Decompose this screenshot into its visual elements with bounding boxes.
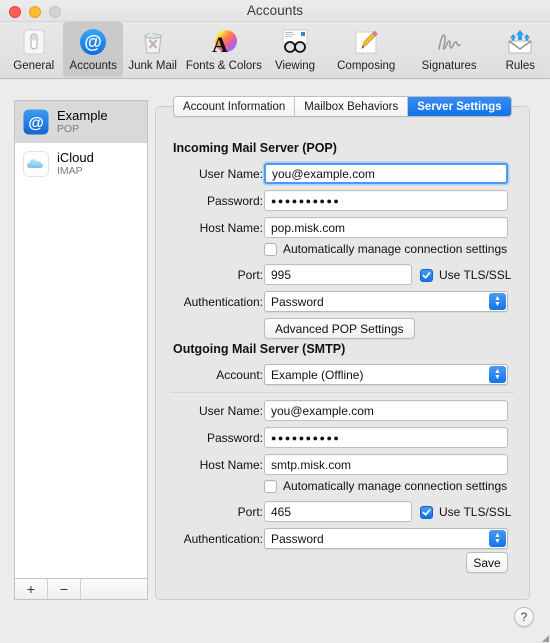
incoming-auto-manage-label: Automatically manage connection settings: [283, 242, 508, 256]
outgoing-account-select[interactable]: Example (Offline) ▲ ▼: [264, 364, 508, 385]
outgoing-account-label: Account:: [216, 368, 263, 382]
outgoing-authentication-select[interactable]: Password ▲ ▼: [264, 528, 508, 549]
outgoing-port-label: Port:: [237, 505, 263, 519]
accounts-at-sign-icon: @: [77, 27, 109, 57]
sidebar-account-name: Example: [57, 107, 108, 123]
outgoing-tls-checkbox-row[interactable]: Use TLS/SSL: [420, 505, 511, 519]
incoming-port-label: Port:: [237, 268, 263, 282]
outgoing-username-label: User Name:: [198, 404, 263, 418]
accounts-preferences-window: Accounts General @ Accounts Junk Mail A …: [0, 0, 550, 643]
composing-pencil-icon: [350, 27, 382, 57]
toolbar-item-accounts[interactable]: @ Accounts: [63, 22, 123, 77]
toolbar-label-fonts-colors: Fonts & Colors: [185, 60, 262, 72]
incoming-username-input[interactable]: you@example.com: [264, 163, 508, 184]
toolbar-label-viewing: Viewing: [274, 60, 316, 72]
sidebar-account-type: IMAP: [57, 164, 83, 177]
toolbar-item-fonts-colors[interactable]: A Fonts & Colors: [182, 22, 265, 77]
junk-mail-trash-icon: [137, 27, 169, 57]
tab-server-settings[interactable]: Server Settings: [408, 97, 511, 116]
incoming-authentication-label: Authentication:: [183, 295, 263, 309]
outgoing-hostname-label: Host Name:: [199, 458, 263, 472]
toolbar-item-general[interactable]: General: [4, 22, 63, 77]
signatures-script-icon: [433, 27, 465, 57]
incoming-auto-manage-checkbox[interactable]: [264, 242, 277, 256]
tab-account-information[interactable]: Account Information: [174, 97, 296, 116]
toolbar-item-signatures[interactable]: Signatures: [408, 22, 491, 77]
toolbar-label-rules: Rules: [505, 60, 535, 72]
outgoing-authentication-label: Authentication:: [183, 532, 263, 546]
svg-text:@: @: [28, 115, 44, 132]
incoming-port-input[interactable]: 995: [264, 264, 412, 285]
mail-at-sign-icon: @: [23, 109, 49, 135]
preferences-content: @ Example POP iCloud IMAP + − Account In…: [0, 79, 550, 643]
incoming-password-input[interactable]: ●●●●●●●●●●: [264, 190, 508, 211]
svg-text:A: A: [212, 32, 228, 56]
accounts-sidebar[interactable]: @ Example POP iCloud IMAP: [14, 100, 148, 578]
chevron-up-down-icon: ▲ ▼: [489, 530, 506, 547]
toolbar-item-rules[interactable]: Rules: [491, 22, 550, 77]
outgoing-password-input[interactable]: ●●●●●●●●●●: [264, 427, 508, 448]
sidebar-account-example[interactable]: @ Example POP: [15, 101, 147, 143]
incoming-username-label: User Name:: [198, 167, 263, 181]
preferences-toolbar: General @ Accounts Junk Mail A Fonts & C…: [0, 22, 550, 79]
outgoing-auto-manage-checkbox[interactable]: [264, 479, 277, 493]
svg-text:@: @: [84, 32, 102, 52]
rules-envelope-arrows-icon: [504, 27, 536, 57]
viewing-glasses-icon: [279, 27, 311, 57]
outgoing-authentication-value: Password: [271, 531, 324, 546]
sidebar-footer-spacer: [81, 579, 147, 599]
outgoing-auto-manage-checkbox-row[interactable]: Automatically manage connection settings: [264, 479, 507, 493]
outgoing-password-label: Password:: [206, 431, 263, 445]
incoming-authentication-select[interactable]: Password ▲ ▼: [264, 291, 508, 312]
outgoing-hostname-input[interactable]: smtp.misk.com: [264, 454, 508, 475]
sidebar-account-text: iCloud IMAP: [57, 149, 94, 178]
incoming-tls-checkbox-row[interactable]: Use TLS/SSL: [420, 268, 511, 282]
toolbar-item-junk-mail[interactable]: Junk Mail: [123, 22, 182, 77]
settings-tab-bar: Account Information Mailbox Behaviors Se…: [173, 96, 512, 117]
outgoing-auto-manage-label: Automatically manage connection settings: [283, 479, 508, 493]
incoming-tls-checkbox[interactable]: [420, 268, 433, 282]
sidebar-account-name: iCloud: [57, 149, 94, 165]
general-switch-icon: [18, 27, 50, 57]
sidebar-account-type: POP: [57, 122, 80, 135]
icloud-cloud-icon: [23, 151, 49, 177]
window-title: Accounts: [246, 3, 304, 18]
help-button[interactable]: ?: [514, 607, 534, 627]
sidebar-footer: + −: [14, 578, 148, 600]
incoming-hostname-label: Host Name:: [199, 221, 263, 235]
chevron-up-down-icon: ▲ ▼: [489, 293, 506, 310]
title-bar: Accounts: [0, 0, 550, 22]
toolbar-label-composing: Composing: [337, 60, 396, 72]
incoming-tls-label: Use TLS/SSL: [439, 268, 512, 282]
outgoing-username-input[interactable]: you@example.com: [264, 400, 508, 421]
outgoing-tls-checkbox[interactable]: [420, 505, 433, 519]
resize-handle[interactable]: [542, 635, 549, 642]
remove-account-button[interactable]: −: [48, 579, 81, 599]
incoming-auto-manage-checkbox-row[interactable]: Automatically manage connection settings: [264, 242, 507, 256]
fonts-colors-icon: A: [208, 27, 240, 57]
incoming-password-label: Password:: [206, 194, 263, 208]
toolbar-label-general: General: [13, 60, 55, 72]
outgoing-section-title: Outgoing Mail Server (SMTP): [173, 342, 346, 356]
add-account-button[interactable]: +: [15, 579, 48, 599]
outgoing-account-value: Example (Offline): [271, 367, 364, 382]
toolbar-label-accounts: Accounts: [69, 60, 117, 72]
outgoing-tls-label: Use TLS/SSL: [439, 505, 512, 519]
save-button[interactable]: Save: [466, 552, 508, 573]
advanced-pop-settings-button[interactable]: Advanced POP Settings: [264, 318, 415, 339]
incoming-hostname-input[interactable]: pop.misk.com: [264, 217, 508, 238]
incoming-authentication-value: Password: [271, 294, 324, 309]
toolbar-item-composing[interactable]: Composing: [325, 22, 408, 77]
sidebar-account-icloud[interactable]: iCloud IMAP: [15, 143, 147, 185]
sidebar-account-text: Example POP: [57, 107, 108, 136]
toolbar-label-junk-mail: Junk Mail: [128, 60, 177, 72]
chevron-up-down-icon: ▲ ▼: [489, 366, 506, 383]
outgoing-port-input[interactable]: 465: [264, 501, 412, 522]
toolbar-label-signatures: Signatures: [421, 60, 477, 72]
toolbar-item-viewing[interactable]: Viewing: [265, 22, 324, 77]
outgoing-divider: [170, 392, 514, 393]
incoming-section-title: Incoming Mail Server (POP): [173, 141, 337, 155]
tab-mailbox-behaviors[interactable]: Mailbox Behaviors: [295, 97, 409, 116]
